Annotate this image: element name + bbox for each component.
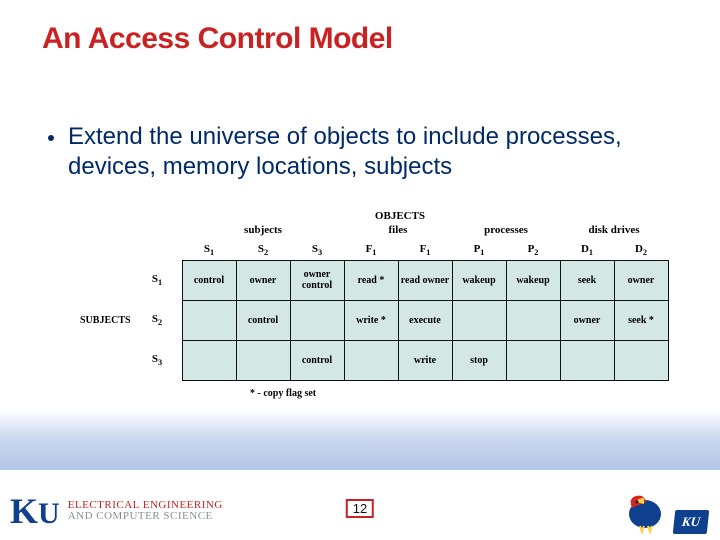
matrix-cell: wakeup (506, 260, 561, 301)
matrix-cell (236, 340, 291, 381)
footer-left: KU ELECTRICAL ENGINEERING AND COMPUTER S… (10, 490, 223, 532)
col-header: S3 (290, 242, 344, 260)
col-header: D1 (560, 242, 614, 260)
col-header: F1 (344, 242, 398, 260)
matrix-cell: stop (452, 340, 507, 381)
matrix-cell: control (290, 340, 345, 381)
matrix-cell: owner (614, 260, 669, 301)
matrix-cell: owner control (290, 260, 345, 301)
matrix-cell (506, 340, 561, 381)
row-header: S1 (132, 273, 182, 287)
matrix-cell: owner (236, 260, 291, 301)
bullet-item: Extend the universe of objects to includ… (48, 122, 680, 182)
matrix-cell: seek * (614, 300, 669, 341)
bullet-dot-icon (48, 135, 54, 141)
matrix-cell (344, 340, 399, 381)
matrix-cell: execute (398, 300, 453, 341)
jayhawk-icon (622, 488, 668, 534)
col-header: S2 (236, 242, 290, 260)
matrix-footnote: * - copy flag set (250, 388, 670, 399)
group-processes: processes (452, 224, 560, 242)
group-subjects: subjects (182, 224, 344, 242)
ku-badge: KU (673, 510, 710, 534)
matrix-cell: wakeup (452, 260, 507, 301)
matrix-cell (182, 300, 237, 341)
group-disk-drives: disk drives (560, 224, 668, 242)
row-header: S3 (132, 353, 182, 367)
row-header: S2 (132, 313, 182, 327)
col-header: P1 (452, 242, 506, 260)
group-files: files (344, 224, 452, 242)
access-matrix: OBJECTS subjects files processes disk dr… (80, 210, 670, 399)
ku-logo-text: KU (10, 490, 60, 532)
objects-axis-label: OBJECTS (130, 210, 670, 222)
col-header: D2 (614, 242, 668, 260)
matrix-grid: subjects files processes disk drives S1 … (80, 224, 670, 380)
background-gradient (0, 410, 720, 470)
col-header: S1 (182, 242, 236, 260)
slide: An Access Control Model Extend the unive… (0, 0, 720, 540)
matrix-cell (614, 340, 669, 381)
matrix-cell: owner (560, 300, 615, 341)
footer-right: KU (622, 488, 708, 534)
matrix-cell (452, 300, 507, 341)
bullet-text: Extend the universe of objects to includ… (68, 122, 680, 182)
matrix-cell: write * (344, 300, 399, 341)
matrix-cell (506, 300, 561, 341)
subjects-axis-label: SUBJECTS (80, 315, 132, 326)
slide-title: An Access Control Model (42, 22, 393, 56)
matrix-cell (290, 300, 345, 341)
matrix-cell: control (182, 260, 237, 301)
page-number: 12 (346, 499, 374, 518)
matrix-cell: write (398, 340, 453, 381)
matrix-cell: read * (344, 260, 399, 301)
matrix-cell: read owner (398, 260, 453, 301)
col-header: F1 (398, 242, 452, 260)
col-header: P2 (506, 242, 560, 260)
department-name: ELECTRICAL ENGINEERING AND COMPUTER SCIE… (68, 500, 223, 522)
dept-line2: AND COMPUTER SCIENCE (68, 511, 223, 522)
matrix-cell: seek (560, 260, 615, 301)
matrix-cell: control (236, 300, 291, 341)
matrix-cell (182, 340, 237, 381)
matrix-cell (560, 340, 615, 381)
